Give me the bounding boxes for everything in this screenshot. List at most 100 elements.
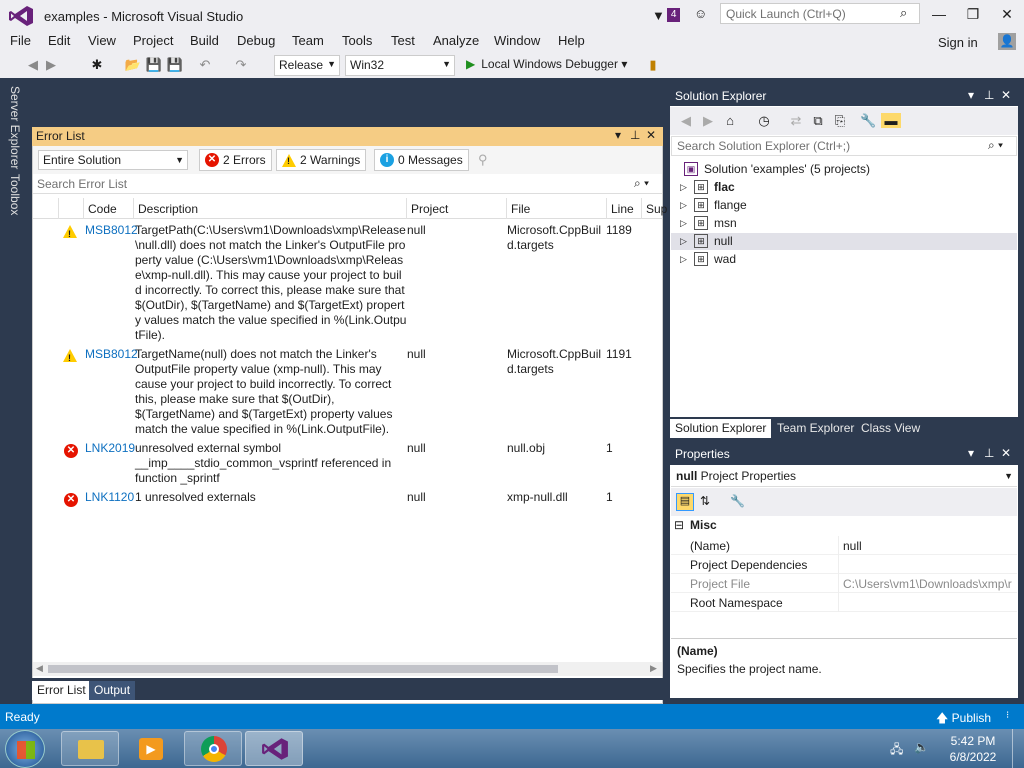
expand-icon[interactable]: ▷ bbox=[680, 254, 688, 265]
menu-test[interactable]: Test bbox=[391, 33, 415, 48]
scope-select[interactable]: Entire Solution ▼ bbox=[38, 150, 188, 170]
network-icon[interactable]: 🖧 bbox=[890, 740, 903, 761]
scroll-right-icon[interactable]: ▶ bbox=[650, 663, 657, 674]
expand-icon[interactable]: ▷ bbox=[680, 218, 688, 229]
property-row[interactable]: Project File C:\Users\vm1\Downloads\xmp\… bbox=[671, 574, 1017, 593]
tab-solution-explorer[interactable]: Solution Explorer bbox=[670, 419, 772, 438]
solution-platform-select[interactable]: Win32 ▼ bbox=[345, 55, 455, 76]
save-all-icon[interactable]: 💾 bbox=[166, 57, 184, 75]
window-position-icon[interactable]: ▾ bbox=[615, 128, 621, 142]
sync-icon[interactable]: ⇄ bbox=[788, 113, 804, 129]
collapse-category-icon[interactable]: ⊟ bbox=[674, 518, 684, 532]
column-code[interactable]: Code bbox=[88, 202, 117, 216]
tab-output[interactable]: Output bbox=[89, 681, 136, 700]
column-suppression[interactable]: Sup bbox=[646, 202, 667, 216]
menu-window[interactable]: Window bbox=[494, 33, 540, 48]
back-icon[interactable]: ◀ bbox=[678, 113, 694, 129]
explorer-taskbar-button[interactable] bbox=[61, 731, 119, 766]
tab-class-view[interactable]: Class View bbox=[856, 419, 925, 438]
scrollbar-thumb[interactable] bbox=[48, 665, 558, 673]
column-project[interactable]: Project bbox=[411, 202, 448, 216]
menu-file[interactable]: File bbox=[10, 33, 31, 48]
volume-icon[interactable]: 🔈 bbox=[914, 740, 929, 754]
forward-icon[interactable]: ▶ bbox=[42, 57, 60, 75]
expand-icon[interactable]: ▷ bbox=[680, 182, 688, 193]
table-row[interactable]: ✕ LNK1120 1 unresolved externals null xm… bbox=[33, 490, 662, 507]
alphabetical-icon[interactable]: ⇅ bbox=[700, 494, 710, 508]
property-row[interactable]: Project Dependencies bbox=[671, 555, 1017, 574]
close-panel-icon[interactable]: ✕ bbox=[646, 128, 656, 142]
categorized-icon[interactable]: ▤ bbox=[676, 493, 694, 511]
tree-item-msn[interactable]: ▷ ⊞ msn bbox=[680, 216, 737, 230]
find-icon[interactable]: ▮ bbox=[644, 57, 662, 75]
table-row[interactable]: MSB8012 TargetName(null) does not match … bbox=[33, 347, 662, 439]
warnings-filter-button[interactable]: 2 Warnings bbox=[276, 149, 367, 171]
open-file-icon[interactable]: 📂 bbox=[124, 57, 142, 75]
property-divider[interactable] bbox=[838, 536, 839, 612]
properties-wrench-icon[interactable]: 🔧 bbox=[860, 113, 876, 129]
solution-configuration-select[interactable]: Release ▼ bbox=[274, 55, 340, 76]
visual-studio-taskbar-button[interactable] bbox=[245, 731, 303, 766]
property-value[interactable]: null bbox=[843, 539, 1017, 553]
window-position-icon[interactable]: ▾ bbox=[968, 88, 974, 102]
expand-icon[interactable]: ▷ bbox=[680, 236, 688, 247]
property-value[interactable]: C:\Users\vm1\Downloads\xmp\r bbox=[843, 577, 1017, 591]
close-panel-icon[interactable]: ✕ bbox=[1001, 88, 1011, 102]
property-row[interactable]: (Name) null bbox=[671, 536, 1017, 555]
new-project-icon[interactable]: ✱ bbox=[88, 57, 106, 75]
solution-node[interactable]: ▣ Solution 'examples' (5 projects) bbox=[684, 162, 870, 176]
table-row[interactable]: ✕ LNK2019 unresolved external symbol __i… bbox=[33, 441, 662, 488]
account-icon[interactable]: 👤 bbox=[998, 33, 1016, 50]
messages-filter-button[interactable]: i 0 Messages bbox=[374, 149, 469, 171]
pin-icon[interactable]: ⊥ bbox=[630, 128, 640, 142]
menu-edit[interactable]: Edit bbox=[48, 33, 70, 48]
properties-object-select[interactable]: null Project Properties ▼ bbox=[671, 466, 1017, 487]
home-icon[interactable]: ⌂ bbox=[722, 113, 738, 128]
tree-item-wad[interactable]: ▷ ⊞ wad bbox=[680, 252, 736, 266]
quick-launch-input[interactable]: Quick Launch (Ctrl+Q) bbox=[720, 3, 920, 24]
minimize-button[interactable]: — bbox=[924, 4, 954, 26]
menu-view[interactable]: View bbox=[88, 33, 116, 48]
forward-icon[interactable]: ▶ bbox=[700, 113, 716, 129]
undo-icon[interactable]: ↶ bbox=[196, 57, 214, 75]
chrome-taskbar-button[interactable] bbox=[184, 731, 242, 766]
preview-icon[interactable]: ▬ bbox=[881, 113, 901, 128]
property-row[interactable]: Root Namespace bbox=[671, 593, 1017, 612]
scroll-left-icon[interactable]: ◀ bbox=[36, 663, 43, 674]
resize-grip-icon[interactable]: ⁝ bbox=[1006, 710, 1009, 721]
feedback-icon[interactable]: ☺ bbox=[694, 6, 712, 22]
property-pages-icon[interactable]: 🔧 bbox=[730, 494, 745, 508]
restore-button[interactable]: ❐ bbox=[958, 4, 988, 26]
save-icon[interactable]: 💾 bbox=[145, 57, 163, 75]
tree-item-flange[interactable]: ▷ ⊞ flange bbox=[680, 198, 747, 212]
menu-project[interactable]: Project bbox=[133, 33, 173, 48]
window-position-icon[interactable]: ▾ bbox=[968, 446, 974, 460]
solution-search-input[interactable]: Search Solution Explorer (Ctrl+;) bbox=[671, 136, 1017, 156]
toolbox-tab[interactable]: Toolbox bbox=[8, 174, 22, 215]
start-debugging-button[interactable]: ▶ Local Windows Debugger ▾ bbox=[466, 57, 627, 71]
media-player-taskbar-button[interactable]: ▶ bbox=[122, 731, 180, 766]
tab-error-list[interactable]: Error List bbox=[32, 681, 91, 700]
sign-in-link[interactable]: Sign in bbox=[938, 35, 978, 50]
close-button[interactable]: ✕ bbox=[992, 4, 1022, 26]
show-desktop-button[interactable] bbox=[1012, 729, 1024, 768]
menu-tools[interactable]: Tools bbox=[342, 33, 372, 48]
redo-icon[interactable]: ↷ bbox=[232, 57, 250, 75]
build-filter-icon[interactable]: ⚲ bbox=[478, 152, 488, 168]
notifications-button[interactable]: ▼ 4 bbox=[652, 6, 684, 24]
menu-build[interactable]: Build bbox=[190, 33, 219, 48]
error-search-input[interactable]: Search Error List bbox=[33, 174, 662, 194]
column-line[interactable]: Line bbox=[611, 202, 634, 216]
publish-button[interactable]: 🡅 Publish bbox=[936, 709, 991, 730]
show-all-files-icon[interactable]: ⎘ bbox=[832, 113, 848, 129]
clock[interactable]: 5:42 PM 6/8/2022 bbox=[948, 733, 998, 765]
table-row[interactable]: MSB8012 TargetPath(C:\Users\vm1\Download… bbox=[33, 223, 662, 345]
start-button[interactable] bbox=[5, 730, 45, 768]
menu-debug[interactable]: Debug bbox=[237, 33, 275, 48]
column-description[interactable]: Description bbox=[138, 202, 198, 216]
server-explorer-tab[interactable]: Server Explorer bbox=[8, 86, 22, 169]
tree-item-null[interactable]: ▷ ⊞ null bbox=[680, 234, 733, 248]
tree-item-flac[interactable]: ▷ ⊞ flac bbox=[680, 180, 735, 194]
pin-icon[interactable]: ⊥ bbox=[984, 446, 994, 460]
errors-filter-button[interactable]: ✕ 2 Errors bbox=[199, 149, 272, 171]
